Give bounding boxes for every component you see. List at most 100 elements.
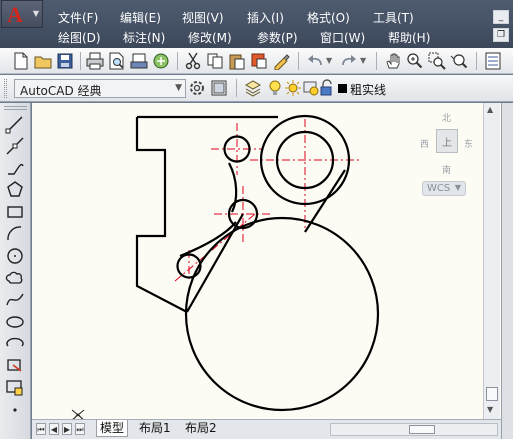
menu-draw[interactable]: 绘图(D) <box>58 30 101 46</box>
revision-cloud-icon[interactable] <box>5 268 25 288</box>
zoom-window-icon[interactable] <box>428 52 446 70</box>
standard-toolbar: ▼ ▼ <box>0 48 513 74</box>
tab-model[interactable]: 模型 <box>96 420 129 437</box>
last-layout-icon[interactable]: ⏭ <box>75 423 85 435</box>
current-layer-name[interactable]: 粗实线 <box>350 81 386 98</box>
open-folder-icon[interactable] <box>34 52 52 70</box>
make-block-icon[interactable] <box>5 378 25 398</box>
arc-icon[interactable] <box>5 224 25 244</box>
paste-icon[interactable] <box>228 52 246 70</box>
viewcube[interactable]: 北 西 东 南 上 WCS ▼ <box>420 111 480 201</box>
previous-layout-icon[interactable]: ◀ <box>49 423 59 435</box>
copy-icon[interactable] <box>206 52 224 70</box>
restore-button[interactable]: ❐ <box>493 28 509 42</box>
clean-screen-icon[interactable] <box>210 79 228 97</box>
horizontal-scrollbar[interactable] <box>330 423 498 436</box>
draw-toolbar <box>0 103 31 439</box>
menu-bar: A ▼ 文件(F) 编辑(E) 视图(V) 插入(I) 格式(O) 工具(T) … <box>0 0 513 48</box>
undo-dropdown-icon[interactable]: ▼ <box>326 56 332 65</box>
menu-edit[interactable]: 编辑(E) <box>120 10 161 26</box>
construction-line-icon[interactable] <box>5 136 25 156</box>
menu-modify[interactable]: 修改(M) <box>188 30 232 46</box>
menu-help[interactable]: 帮助(H) <box>388 30 430 46</box>
chevron-down-icon: ▼ <box>32 9 39 18</box>
toolbar-separator <box>298 52 299 70</box>
zoom-previous-icon[interactable] <box>450 52 468 70</box>
redo-icon[interactable] <box>340 52 358 70</box>
pan-hand-icon[interactable] <box>384 52 402 70</box>
redo-dropdown-icon[interactable]: ▼ <box>360 56 366 65</box>
rectangle-icon[interactable] <box>5 202 25 222</box>
minimize-icon: _ <box>498 12 504 22</box>
line-icon[interactable] <box>5 114 25 134</box>
next-layout-icon[interactable]: ▶ <box>62 423 72 435</box>
vertical-scrollbar[interactable]: ▲ ▼ <box>483 103 500 419</box>
menu-file[interactable]: 文件(F) <box>58 10 98 26</box>
centerlines <box>174 119 360 282</box>
ellipse-icon[interactable] <box>5 312 25 332</box>
layer-unlock-icon[interactable] <box>318 79 336 97</box>
viewcube-face-label: 上 <box>442 138 452 149</box>
scroll-up-icon[interactable]: ▲ <box>487 105 493 114</box>
scroll-thumb[interactable] <box>409 425 435 434</box>
properties-palette-icon[interactable] <box>484 52 502 70</box>
viewcube-south[interactable]: 南 <box>442 163 451 176</box>
polygon-icon[interactable] <box>5 180 25 200</box>
insert-block-icon[interactable] <box>5 356 25 376</box>
scroll-thumb[interactable] <box>486 387 498 401</box>
wcs-menu[interactable]: WCS ▼ <box>422 181 466 196</box>
drawing-canvas[interactable]: 北 西 东 南 上 WCS ▼ <box>32 103 501 419</box>
viewcube-north[interactable]: 北 <box>442 111 451 124</box>
large-circle <box>184 216 380 412</box>
toolbar-grip <box>4 79 7 98</box>
toolbar-separator <box>236 79 237 97</box>
right-dock-strip <box>501 103 513 439</box>
menu-insert[interactable]: 插入(I) <box>247 10 284 26</box>
print-icon[interactable] <box>86 52 104 70</box>
zoom-realtime-icon[interactable] <box>406 52 424 70</box>
autocad-logo-icon: A <box>7 2 23 27</box>
undo-icon[interactable] <box>306 52 324 70</box>
point-icon[interactable] <box>5 400 25 420</box>
toolbar-separator <box>376 52 377 70</box>
plot-preview-icon[interactable] <box>108 52 126 70</box>
workspace-dropdown-value: AutoCAD 经典 <box>20 84 102 98</box>
cut-icon[interactable] <box>184 52 202 70</box>
layer-on-bulb-icon[interactable] <box>266 79 284 97</box>
circle-icon[interactable] <box>5 246 25 266</box>
chevron-down-icon: ▼ <box>175 83 182 93</box>
window-controls: _ ❐ <box>487 10 513 46</box>
first-layout-icon[interactable]: ⏮ <box>36 423 46 435</box>
spline-icon[interactable] <box>5 290 25 310</box>
menu-parametric[interactable]: 参数(P) <box>257 30 298 46</box>
match-properties-icon[interactable] <box>272 52 290 70</box>
viewcube-west[interactable]: 西 <box>420 137 429 150</box>
menu-tools[interactable]: 工具(T) <box>373 10 414 26</box>
toolbar-separator <box>80 52 81 70</box>
tab-layout1[interactable]: 布局1 <box>136 420 174 437</box>
minimize-button[interactable]: _ <box>493 10 509 24</box>
publish-icon[interactable] <box>130 52 148 70</box>
polyline-icon[interactable] <box>5 158 25 178</box>
wcs-label: WCS <box>427 183 451 194</box>
layout-tab-bar: ⏮ ◀ ▶ ⏭ 模型 布局1 布局2 <box>32 419 501 439</box>
menu-format[interactable]: 格式(O) <box>307 10 350 26</box>
workspace-settings-gear-icon[interactable] <box>188 79 206 97</box>
workspace-dropdown[interactable]: AutoCAD 经典 ▼ <box>14 79 186 98</box>
menu-view[interactable]: 视图(V) <box>182 10 224 26</box>
new-file-icon[interactable] <box>12 52 30 70</box>
viewcube-top-face[interactable]: 上 <box>436 129 458 153</box>
save-icon[interactable] <box>56 52 74 70</box>
menu-dimension[interactable]: 标注(N) <box>123 30 165 46</box>
layer-thaw-sun-icon[interactable] <box>284 79 302 97</box>
scroll-down-icon[interactable]: ▼ <box>487 405 493 414</box>
tab-layout2[interactable]: 布局2 <box>182 420 220 437</box>
viewcube-east[interactable]: 东 <box>464 137 473 150</box>
application-menu-button[interactable]: A ▼ <box>1 0 43 28</box>
layer-properties-icon[interactable] <box>244 79 262 97</box>
design-center-icon[interactable] <box>152 52 170 70</box>
menu-window[interactable]: 窗口(W) <box>320 30 365 46</box>
layer-color-swatch <box>338 84 347 93</box>
ellipse-arc-icon[interactable] <box>5 334 25 354</box>
block-editor-icon[interactable] <box>250 52 268 70</box>
